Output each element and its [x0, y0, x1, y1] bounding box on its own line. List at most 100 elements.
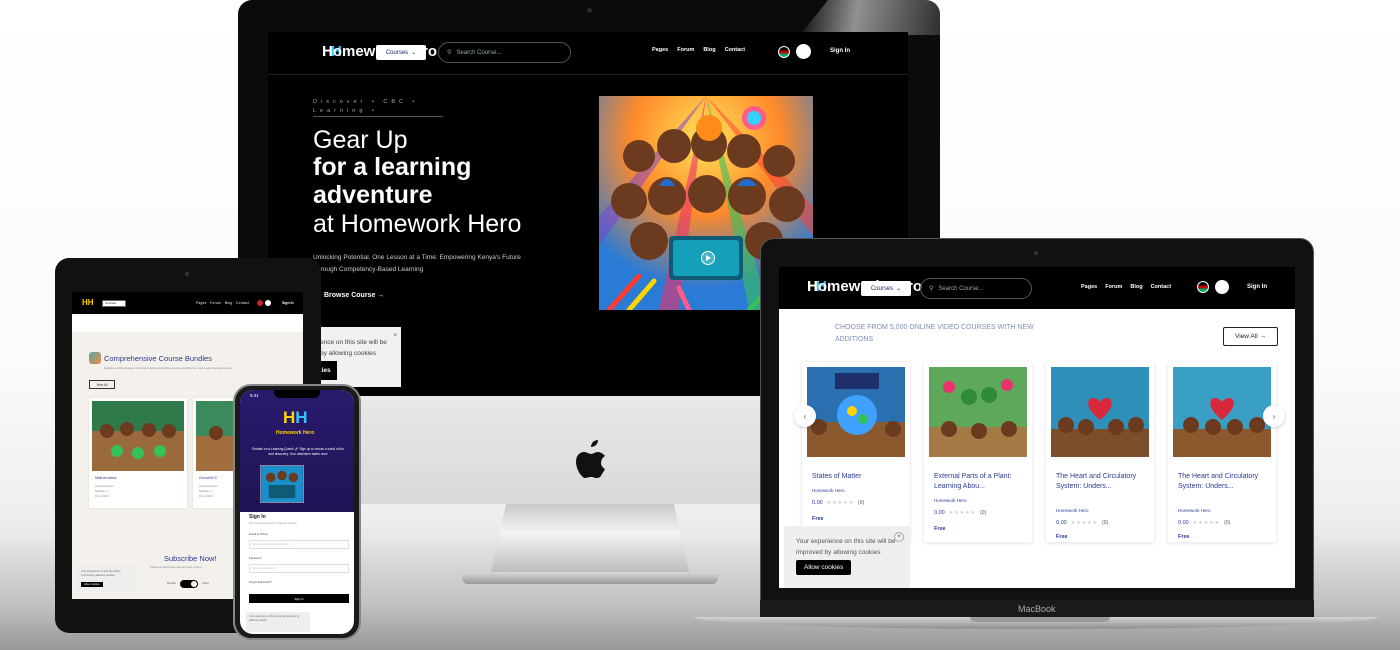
kenya-flag-icon[interactable]: [257, 300, 263, 306]
create-account-link[interactable]: Don't have an account? Create an Account: [249, 522, 296, 525]
course-card-rating: 0.00 ★★★★★ (0): [812, 500, 865, 506]
macbook-notch: [970, 617, 1110, 622]
billing-toggle[interactable]: [180, 580, 198, 588]
sign-in-link[interactable]: Sign In: [282, 301, 294, 305]
rating-stars-icon: ★★★★★: [948, 510, 977, 516]
course-card[interactable]: States of Matter Homework Hero 0.00 ★★★★…: [802, 362, 910, 542]
course-card-image: [807, 367, 905, 457]
kenya-flag-icon[interactable]: [1197, 281, 1209, 293]
bundle-card-image: [92, 401, 184, 471]
course-card-title[interactable]: The Heart and Circulatory System: Unders…: [1178, 472, 1270, 492]
search-input[interactable]: ⚲ Search Course...: [920, 278, 1032, 299]
cookie-text: Your experience on this site will be imp…: [249, 615, 300, 622]
course-card-title[interactable]: States of Matter: [812, 472, 904, 482]
close-icon[interactable]: ×: [393, 331, 397, 342]
courses-dropdown[interactable]: Courses: [102, 300, 126, 307]
sign-in-title: Sign In: [249, 514, 266, 520]
course-card-author: Homework Hero: [1056, 508, 1089, 513]
toggle-label-monthly: Monthly: [167, 582, 177, 585]
nav-link-forum[interactable]: Forum: [1105, 284, 1122, 290]
nav-link-pages[interactable]: Pages: [1081, 284, 1097, 290]
hero-title-line3: adventure: [313, 181, 433, 209]
theme-toggle-icon[interactable]: [796, 44, 811, 59]
course-card-rating: 0.00 ★★★★★ (0): [934, 510, 987, 516]
course-card[interactable]: The Heart and Circulatory System: Unders…: [1168, 362, 1276, 542]
course-card-image: [1173, 367, 1271, 457]
subscribe-title: Subscribe Now!: [164, 554, 217, 563]
sign-in-link[interactable]: Sign In: [830, 48, 850, 54]
cookie-text: ence on this site will be by allowing co…: [320, 339, 387, 357]
search-icon: ⚲: [447, 50, 452, 56]
theme-toggle-icon[interactable]: [1215, 280, 1229, 294]
hero-title-line2: for a learning: [313, 153, 472, 181]
signup-tagline: Embark on a Learning Quest! 🚀 Sign up to…: [252, 447, 344, 456]
allow-cookies-button[interactable]: Allow cookies: [796, 560, 852, 575]
cookie-banner: Your experience on this site will be imp…: [78, 566, 136, 592]
status-time: 9:41: [250, 393, 259, 398]
view-all-button[interactable]: View All: [89, 380, 115, 389]
courses-dropdown[interactable]: Courses ⌄: [861, 281, 911, 296]
rating-stars-icon: ★★★★★: [826, 500, 855, 506]
nav-link-pages[interactable]: Pages: [652, 47, 668, 53]
imac-stand-foot: [462, 572, 718, 584]
carousel-prev-button[interactable]: ‹: [794, 405, 816, 427]
bundle-icon: [89, 352, 101, 364]
nav-link-forum[interactable]: Forum: [677, 47, 694, 53]
sign-in-button[interactable]: Sign In: [249, 594, 349, 603]
chevron-right-icon: ›: [1272, 411, 1276, 421]
cookie-text: Your experience on this site will be imp…: [81, 570, 121, 577]
hero-title-line4: at Homework Hero: [313, 210, 522, 238]
browse-course-link[interactable]: Browse Course →: [324, 292, 384, 299]
imac-stand-neck: [490, 504, 690, 576]
theme-toggle-icon[interactable]: [265, 300, 271, 306]
bundle-card[interactable]: Mathematics Homework Hero Starrates: 0 P…: [89, 398, 187, 508]
course-card[interactable]: External Parts of a Plant: Learning Abou…: [924, 362, 1032, 542]
allow-cookies-button[interactable]: Allow cookies: [81, 582, 103, 587]
carousel-next-button[interactable]: ›: [1263, 405, 1285, 427]
course-card-rating: 0.00 ★★★★★ (0): [1056, 520, 1109, 526]
sign-in-link[interactable]: Sign In: [1247, 284, 1267, 290]
password-field[interactable]: Type your password: [249, 564, 349, 573]
course-card-price: Free: [812, 516, 824, 522]
course-card-title[interactable]: The Heart and Circulatory System: Unders…: [1056, 472, 1148, 492]
nav-link-contact[interactable]: Contact: [1151, 284, 1171, 290]
course-card-title[interactable]: External Parts of a Plant: Learning Abou…: [934, 472, 1026, 492]
cookie-banner: Your experience on this site will be imp…: [246, 612, 310, 632]
site-logo: HH: [283, 408, 308, 427]
nav-link-blog[interactable]: Blog: [703, 47, 715, 53]
ipad-top-nav: HH Courses Pages · Forum · Blog · Contac…: [72, 292, 303, 314]
nav-link-contact[interactable]: Contact: [725, 47, 745, 53]
brand-name: Homework Hero: [276, 430, 315, 436]
nav-link-blog[interactable]: Blog: [1130, 284, 1142, 290]
top-nav: HH Homework Hero Courses ⌄ ⚲ Search Cour…: [268, 32, 908, 74]
site-logo[interactable]: HH: [82, 298, 94, 307]
iphone-screen: 9:41 HH Homework Hero Embark on a Learni…: [240, 390, 354, 634]
nav-divider: [268, 74, 908, 75]
cookie-banner: × Your experience on this site will be i…: [784, 526, 910, 588]
course-card[interactable]: The Heart and Circulatory System: Unders…: [1046, 362, 1154, 542]
nav-links: Pages · Forum · Blog · Contact: [196, 301, 250, 305]
bundle-card-title: GroceBCC: [199, 476, 218, 480]
ipad-camera: [185, 272, 189, 276]
site-logo[interactable]: HH Homework Hero: [807, 278, 922, 298]
kenya-flag-icon[interactable]: [778, 46, 790, 58]
course-card-price: Free: [1178, 534, 1190, 540]
email-field[interactable]: Type your email or phone number: [249, 540, 349, 549]
macbook-camera: [1034, 251, 1038, 255]
play-video-button[interactable]: [701, 251, 715, 265]
forgot-password-link[interactable]: Forgot Password?: [249, 580, 272, 584]
course-card-price: Free: [934, 526, 946, 532]
search-input[interactable]: ⚲ Search Course...: [438, 42, 571, 63]
password-label: Password: [249, 556, 262, 560]
bundle-title: Comprehensive Course Bundles: [104, 354, 212, 363]
rating-stars-icon: ★★★★★: [1192, 520, 1221, 526]
top-nav: HH Homework Hero Courses ⌄ ⚲ Search Cour…: [779, 267, 1295, 309]
chevron-left-icon: ‹: [803, 411, 807, 421]
site-logo[interactable]: HH Homework Hero: [322, 43, 437, 63]
rating-stars-icon: ★★★★★: [1070, 520, 1099, 526]
view-all-button[interactable]: View All →: [1223, 327, 1278, 346]
chevron-down-icon: ⌄: [411, 50, 417, 56]
bundle-card-title: Mathematics: [95, 476, 117, 480]
bundle-card-meta: Homework Hero Starrates: 0 Price: KES 0: [95, 485, 114, 498]
courses-dropdown[interactable]: Courses ⌄: [376, 45, 426, 60]
